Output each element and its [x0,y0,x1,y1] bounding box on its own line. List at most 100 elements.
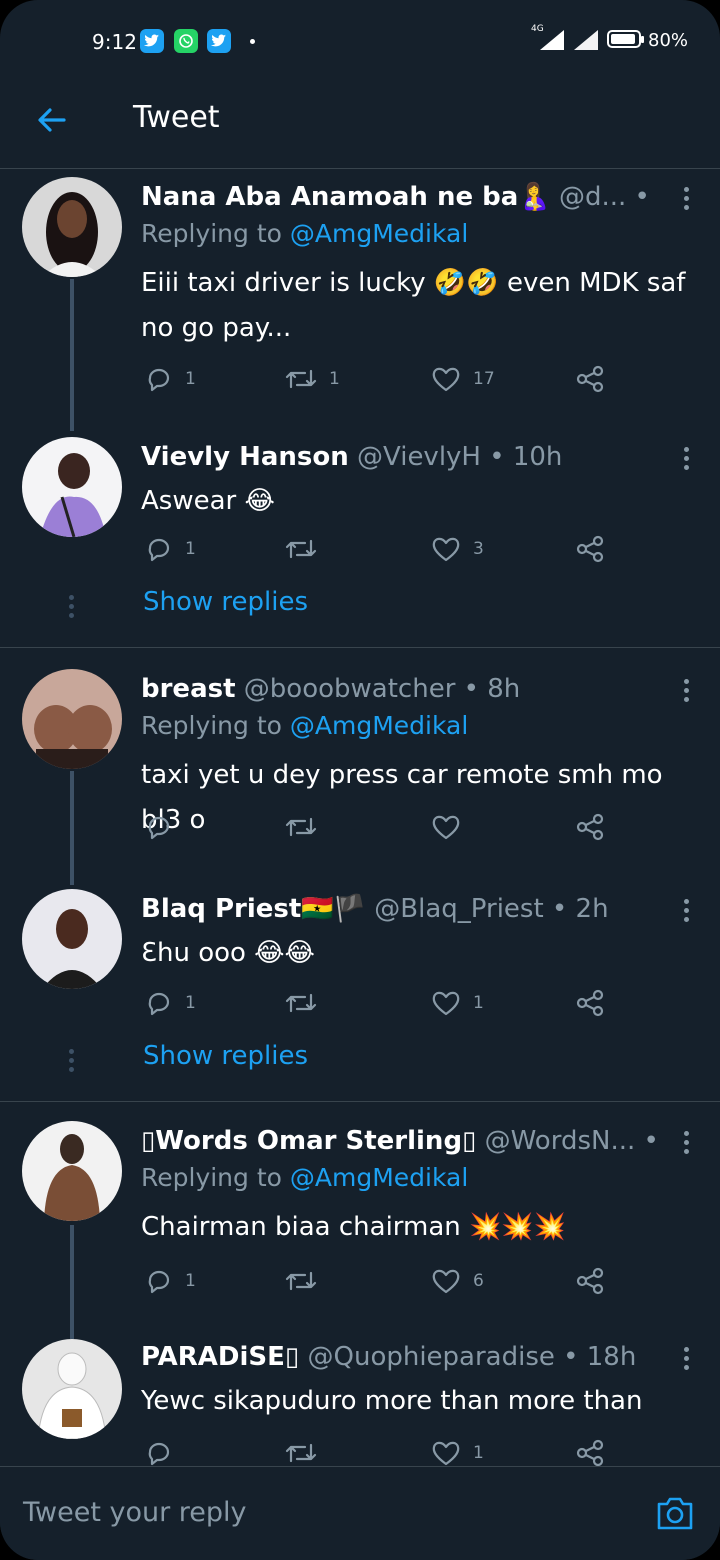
avatar[interactable] [22,1339,122,1439]
reply-composer[interactable]: Tweet your reply [0,1466,720,1560]
share-icon [576,1439,604,1466]
status-bar: 9:12 4G 80% [0,0,720,70]
share-icon [576,365,604,393]
tweet-header: Blaq Priest🇬🇭🏴 @Blaq_Priest • 2h [141,889,660,929]
more-options-icon[interactable] [682,1131,690,1157]
like-button[interactable]: 1 [431,985,484,1021]
handle[interactable]: @d... [559,182,626,212]
retweet-button[interactable] [285,985,329,1021]
avatar[interactable] [22,1121,122,1221]
tweet-header: PARADiSE▯ @Quophieparadise • 18h [141,1337,660,1377]
display-name[interactable]: breast [141,674,236,704]
share-button[interactable] [575,1263,605,1299]
reply-button[interactable] [145,809,185,845]
battery-icon [607,30,644,48]
tweet-text: Aswear 😂 [141,486,275,516]
tweet-actions: 1 6 [141,1263,641,1299]
reply-input[interactable]: Tweet your reply [23,1497,247,1528]
whatsapp-icon [174,29,198,53]
more-options-icon[interactable] [682,1347,690,1373]
replying-to: Replying to @AmgMedikal [141,711,468,740]
display-name[interactable]: PARADiSE▯ [141,1342,299,1372]
reply-icon [148,816,170,840]
mention-link[interactable]: @AmgMedikal [290,219,468,248]
retweet-icon [285,993,317,1013]
share-button[interactable] [575,531,605,567]
tweet-actions [141,809,641,845]
more-options-icon[interactable] [682,187,690,213]
reply-feed[interactable]: Nana Aba Anamoah ne ba🤱 @d... • 18h Repl… [0,169,720,1466]
show-replies-link[interactable]: Show replies [143,1041,308,1071]
display-name[interactable]: ▯Words Omar Sterling▯ [141,1126,476,1156]
handle[interactable]: @Blaq_Priest [374,894,543,924]
reply-button[interactable] [145,1435,185,1466]
heart-icon [432,991,460,1016]
reply-button[interactable]: 1 [145,361,196,397]
handle[interactable]: @Quophieparadise [308,1342,555,1372]
retweet-icon [285,1271,317,1291]
timestamp: • 8h [463,674,521,704]
avatar[interactable] [22,437,122,537]
like-button[interactable]: 1 [431,1435,484,1466]
like-button[interactable]: 6 [431,1263,484,1299]
replying-to: Replying to @AmgMedikal [141,219,468,248]
retweet-button[interactable]: 1 [285,361,340,397]
retweet-icon [285,369,317,389]
reply-count: 1 [185,1271,196,1291]
share-button[interactable] [575,809,605,845]
divider [0,1101,720,1102]
tweet-header: ▯Words Omar Sterling▯ @WordsN... • 18h [141,1121,660,1161]
handle[interactable]: @booobwatcher [244,674,456,704]
share-button[interactable] [575,1435,605,1466]
retweet-button[interactable] [285,1435,329,1466]
thread-line [70,279,74,431]
tweet-text: Chairman biaa chairman 💥💥💥 [141,1212,567,1242]
mention-link[interactable]: @AmgMedikal [290,711,468,740]
reply-button[interactable]: 1 [145,1263,196,1299]
tweet-actions: 1 3 [141,531,641,567]
thread-line [70,771,74,885]
share-icon [576,1267,604,1295]
share-button[interactable] [575,985,605,1021]
like-button[interactable] [431,809,473,845]
retweet-button[interactable] [285,1263,329,1299]
replying-to-label: Replying to [141,219,290,248]
tweet-text: Yewc sikapuduro more than more than [141,1386,643,1416]
retweet-button[interactable] [285,531,329,567]
share-button[interactable] [575,361,605,397]
page-title: Tweet [133,100,220,135]
display-name[interactable]: Vievly Hanson [141,442,349,472]
retweet-icon [285,1443,317,1463]
heart-icon [432,1269,460,1294]
timestamp: • 18h [634,182,660,212]
back-arrow-icon[interactable] [34,102,70,138]
mention-link[interactable]: @AmgMedikal [290,1163,468,1192]
show-replies-link[interactable]: Show replies [143,587,308,617]
twitter-icon [140,29,164,53]
timestamp: • 18h [563,1342,637,1372]
tweet-text: Ɛhu ooo 😂😂 [141,938,315,968]
replying-to: Replying to @AmgMedikal [141,1163,468,1192]
more-options-icon[interactable] [682,899,690,925]
camera-icon[interactable] [655,1494,695,1532]
reply-button[interactable]: 1 [145,531,196,567]
reply-button[interactable]: 1 [145,985,196,1021]
more-options-icon[interactable] [682,679,690,705]
display-name[interactable]: Blaq Priest🇬🇭🏴 [141,894,366,924]
divider [0,647,720,648]
retweet-button[interactable] [285,809,329,845]
like-button[interactable]: 17 [431,361,495,397]
display-name[interactable]: Nana Aba Anamoah ne ba🤱 [141,182,551,212]
tweet-actions: 1 1 17 [141,361,641,397]
handle[interactable]: @WordsN... [485,1126,636,1156]
avatar[interactable] [22,889,122,989]
like-button[interactable]: 3 [431,531,484,567]
thread-more-dots [69,1049,75,1076]
heart-icon [432,815,460,840]
timestamp: • 10h [489,442,563,472]
handle[interactable]: @VievlyH [357,442,481,472]
avatar[interactable] [22,177,122,277]
notification-dot [250,39,255,44]
avatar[interactable] [22,669,122,769]
more-options-icon[interactable] [682,447,690,473]
